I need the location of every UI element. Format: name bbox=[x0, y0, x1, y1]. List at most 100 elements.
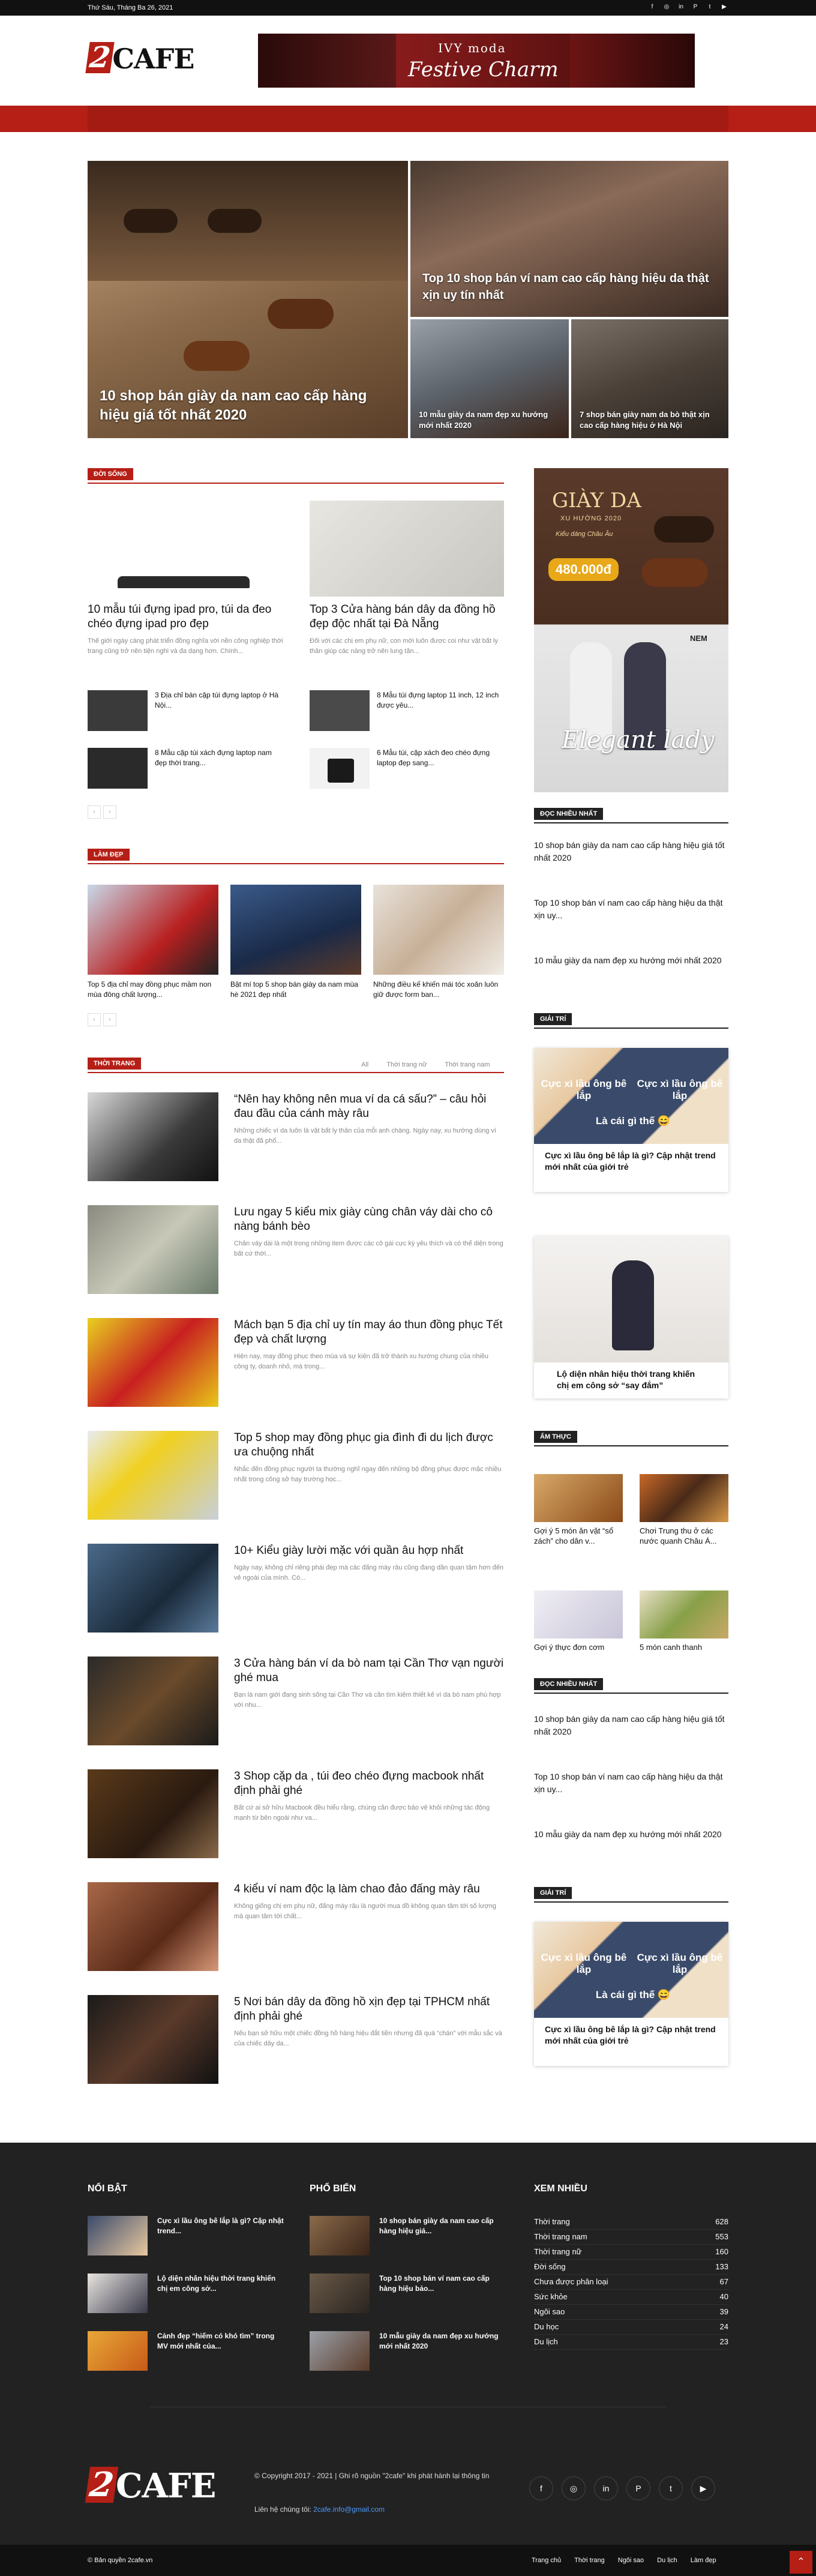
hero-bottom-left[interactable]: 10 mẫu giày da nam đẹp xu hướng mới nhất… bbox=[410, 319, 569, 438]
post-title[interactable]: 8 Mẫu cặp túi xách đựng laptop nam đẹp t… bbox=[155, 748, 286, 789]
post-card[interactable]: Top 5 địa chỉ may đồng phục mầm non mùa … bbox=[88, 885, 218, 1000]
next-page-button[interactable]: › bbox=[103, 1013, 116, 1026]
footer-logo[interactable]: 2CAFE bbox=[85, 2465, 216, 2505]
small-post[interactable]: 3 Địa chỉ bán cặp túi đựng laptop ở Hà N… bbox=[88, 690, 286, 731]
bottom-link[interactable]: Trang chủ bbox=[532, 2557, 561, 2564]
category-row[interactable]: Du học 24 bbox=[534, 2320, 728, 2335]
category-row[interactable]: Du lịch 23 bbox=[534, 2335, 728, 2350]
sidebar-entertainment-card[interactable]: Cực xì lầu ông bê lắp Cực xì lầu ông bê … bbox=[534, 1922, 728, 2066]
post-title[interactable]: Top 10 shop bán ví nam cao cấp hàng hiệu… bbox=[379, 2274, 504, 2313]
category-row[interactable]: Thời trang nữ 160 bbox=[534, 2245, 728, 2260]
twitter-icon[interactable]: t bbox=[706, 3, 714, 11]
footer-post[interactable]: 10 mẫu giày da nam đẹp xu hướng mới nhất… bbox=[310, 2331, 504, 2371]
footer-post[interactable]: Lộ diện nhân hiệu thời trang khiến chị e… bbox=[88, 2274, 286, 2313]
hero-top-right[interactable]: Top 10 shop bán ví nam cao cấp hàng hiệu… bbox=[410, 161, 728, 317]
prev-page-button[interactable]: ‹ bbox=[88, 1013, 101, 1026]
post-title[interactable]: 10 mẫu túi đựng ipad pro, túi da đeo ché… bbox=[88, 603, 286, 631]
post-title[interactable]: 8 Mẫu túi đựng laptop 11 inch, 12 inch đ… bbox=[377, 690, 504, 731]
sidebar-post[interactable]: Top 10 shop bán ví nam cao cấp hàng hiệu… bbox=[534, 897, 728, 922]
section-title[interactable]: LÀM ĐẸP bbox=[88, 849, 130, 861]
facebook-icon[interactable]: f bbox=[648, 3, 656, 11]
post-title[interactable]: Cảnh đẹp “hiếm có khó tìm” trong MV mới … bbox=[157, 2331, 286, 2371]
post-card[interactable]: 10 mẫu túi đựng ipad pro, túi da đeo ché… bbox=[88, 501, 286, 657]
hero-main[interactable]: 10 shop bán giày da nam cao cấp hàng hiệ… bbox=[88, 161, 408, 438]
post-title[interactable]: 6 Mẫu túi, cặp xách đeo chéo đựng laptop… bbox=[377, 748, 504, 789]
sidebar-entertainment-card[interactable]: Cực xì lầu ông bê lắp Cực xì lầu ông bê … bbox=[534, 1048, 728, 1192]
instagram-icon[interactable]: ◎ bbox=[662, 3, 671, 11]
post-title[interactable]: Gợi ý thực đơn cơm bbox=[534, 1642, 623, 1652]
hero-bottom-right[interactable]: 7 shop bán giày nam da bò thật xịn cao c… bbox=[571, 319, 728, 438]
list-item[interactable]: 10+ Kiểu giày lười mặc với quần âu hợp n… bbox=[88, 1544, 504, 1633]
post-title[interactable]: Cực xì lầu ông bê lắp là gì? Cập nhật tr… bbox=[157, 2216, 286, 2256]
post-title[interactable]: Gợi ý 5 món ăn vặt “sổ zách” cho dân v..… bbox=[534, 1526, 623, 1546]
youtube-icon[interactable]: ▶ bbox=[691, 2476, 715, 2500]
post-title[interactable]: Top 3 Cửa hàng bán dây da đồng hồ đẹp độ… bbox=[310, 603, 504, 631]
facebook-icon[interactable]: f bbox=[529, 2476, 553, 2500]
sidebar-post[interactable]: 10 mẫu giày da nam đẹp xu hướng mới nhất… bbox=[534, 954, 728, 967]
bottom-link[interactable]: Ngôi sao bbox=[618, 2557, 644, 2564]
post-title[interactable]: Top 5 shop may đồng phục gia đình đi du … bbox=[234, 1431, 504, 1460]
sidebar-ad[interactable]: GIÀY DA XU HƯỚNG 2020 Kiểu dáng Châu Âu … bbox=[534, 468, 728, 792]
category-row[interactable]: Đời sống 133 bbox=[534, 2260, 728, 2275]
list-item[interactable]: “Nên hay không nên mua ví da cá sấu?” – … bbox=[88, 1092, 504, 1181]
footer-post[interactable]: Top 10 shop bán ví nam cao cấp hàng hiệu… bbox=[310, 2274, 504, 2313]
list-item[interactable]: Top 5 shop may đồng phục gia đình đi du … bbox=[88, 1431, 504, 1520]
bottom-link[interactable]: Thời trang bbox=[574, 2557, 605, 2564]
post-title[interactable]: Lưu ngay 5 kiểu mix giày cùng chân váy d… bbox=[234, 1205, 504, 1234]
section-title[interactable]: ĐỜI SỐNG bbox=[88, 468, 133, 480]
back-to-top-button[interactable]: ⌃ bbox=[790, 2551, 812, 2574]
prev-page-button[interactable]: ‹ bbox=[88, 805, 101, 819]
sidebar-post[interactable]: 10 shop bán giày da nam cao cấp hàng hiệ… bbox=[534, 839, 728, 864]
post-title[interactable]: Top 5 địa chỉ may đồng phục mầm non mùa … bbox=[88, 980, 218, 1000]
post-title[interactable]: 10 shop bán giày da nam cao cấp hàng hiệ… bbox=[379, 2216, 504, 2256]
post-title[interactable]: 10 mẫu giày da nam đẹp xu hướng mới nhất… bbox=[379, 2331, 504, 2371]
pinterest-icon[interactable]: P bbox=[626, 2476, 650, 2500]
linkedin-icon[interactable]: in bbox=[677, 3, 685, 11]
post-title[interactable]: Lộ diện nhân hiệu thời trang khiến chị e… bbox=[157, 2274, 286, 2313]
list-item[interactable]: 4 kiểu ví nam độc lạ làm chao đảo đấng m… bbox=[88, 1882, 504, 1971]
sidebar-post[interactable]: 10 shop bán giày da nam cao cấp hàng hiệ… bbox=[534, 1713, 728, 1738]
post-title[interactable]: Chơi Trung thu ở các nước quanh Châu Á..… bbox=[640, 1526, 728, 1546]
small-post[interactable]: 8 Mẫu cặp túi xách đựng laptop nam đẹp t… bbox=[88, 748, 286, 789]
bottom-link[interactable]: Làm đẹp bbox=[691, 2557, 716, 2564]
sidebar-food-post[interactable]: Chơi Trung thu ở các nước quanh Châu Á..… bbox=[640, 1474, 728, 1546]
header-banner-ad[interactable]: IVY moda Festive Charm bbox=[258, 34, 695, 88]
section-title[interactable]: THỜI TRANG bbox=[88, 1058, 142, 1070]
post-title[interactable]: 4 kiểu ví nam độc lạ làm chao đảo đấng m… bbox=[234, 1882, 504, 1897]
post-title[interactable]: 3 Địa chỉ bán cặp túi đựng laptop ở Hà N… bbox=[155, 690, 286, 731]
list-item[interactable]: 3 Cửa hàng bán ví da bò nam tại Cần Thơ … bbox=[88, 1657, 504, 1745]
tab-thoi-trang-nam[interactable]: Thời trang nam bbox=[445, 1061, 490, 1068]
tab-all[interactable]: All bbox=[361, 1061, 368, 1068]
site-logo[interactable]: 2CAFE bbox=[85, 41, 202, 78]
sidebar-food-post[interactable]: Gợi ý thực đơn cơm bbox=[534, 1590, 623, 1652]
sidebar-entertainment-card[interactable]: Lộ diện nhân hiệu thời trang khiến chị e… bbox=[534, 1236, 728, 1398]
post-title[interactable]: Mách bạn 5 địa chỉ uy tín may áo thun đồ… bbox=[234, 1318, 504, 1347]
post-card[interactable]: Bật mí top 5 shop bán giày da nam mùa hè… bbox=[230, 885, 361, 1000]
next-page-button[interactable]: › bbox=[103, 805, 116, 819]
post-title[interactable]: 5 Nơi bán dây da đồng hồ xịn đẹp tại TPH… bbox=[234, 1995, 504, 2024]
post-title[interactable]: Bật mí top 5 shop bán giày da nam mùa hè… bbox=[230, 980, 361, 1000]
post-card[interactable]: Những điều kế khiến mái tóc xoăn luôn gi… bbox=[373, 885, 504, 1000]
small-post[interactable]: 8 Mẫu túi đựng laptop 11 inch, 12 inch đ… bbox=[310, 690, 504, 731]
pinterest-icon[interactable]: P bbox=[691, 3, 700, 11]
category-row[interactable]: Sức khỏe 40 bbox=[534, 2290, 728, 2305]
post-title[interactable]: 10+ Kiểu giày lười mặc với quần âu hợp n… bbox=[234, 1544, 504, 1558]
list-item[interactable]: 5 Nơi bán dây da đồng hồ xịn đẹp tại TPH… bbox=[88, 1995, 504, 2084]
category-row[interactable]: Thời trang nam 553 bbox=[534, 2230, 728, 2245]
sidebar-food-post[interactable]: Gợi ý 5 món ăn vặt “sổ zách” cho dân v..… bbox=[534, 1474, 623, 1546]
youtube-icon[interactable]: ▶ bbox=[720, 3, 728, 11]
post-title[interactable]: 3 Cửa hàng bán ví da bò nam tại Cần Thơ … bbox=[234, 1657, 504, 1685]
sidebar-post[interactable]: 10 mẫu giày da nam đẹp xu hướng mới nhất… bbox=[534, 1828, 728, 1841]
list-item[interactable]: 3 Shop cặp da , túi đeo chéo đựng macboo… bbox=[88, 1769, 504, 1858]
category-row[interactable]: Ngôi sao 39 bbox=[534, 2305, 728, 2320]
post-title[interactable]: Những điều kế khiến mái tóc xoăn luôn gi… bbox=[373, 980, 504, 1000]
card-title[interactable]: Lộ diện nhân hiệu thời trang khiến chị e… bbox=[534, 1362, 728, 1397]
post-title[interactable]: “Nên hay không nên mua ví da cá sấu?” – … bbox=[234, 1092, 504, 1121]
footer-post[interactable]: 10 shop bán giày da nam cao cấp hàng hiệ… bbox=[310, 2216, 504, 2256]
card-title[interactable]: Cực xì lầu ông bê lắp là gì? Cập nhật tr… bbox=[534, 2018, 728, 2053]
list-item[interactable]: Lưu ngay 5 kiểu mix giày cùng chân váy d… bbox=[88, 1205, 504, 1294]
linkedin-icon[interactable]: in bbox=[594, 2476, 618, 2500]
category-row[interactable]: Thời trang 628 bbox=[534, 2215, 728, 2230]
small-post[interactable]: 6 Mẫu túi, cặp xách đeo chéo đựng laptop… bbox=[310, 748, 504, 789]
post-title[interactable]: 3 Shop cặp da , túi đeo chéo đựng macboo… bbox=[234, 1769, 504, 1798]
